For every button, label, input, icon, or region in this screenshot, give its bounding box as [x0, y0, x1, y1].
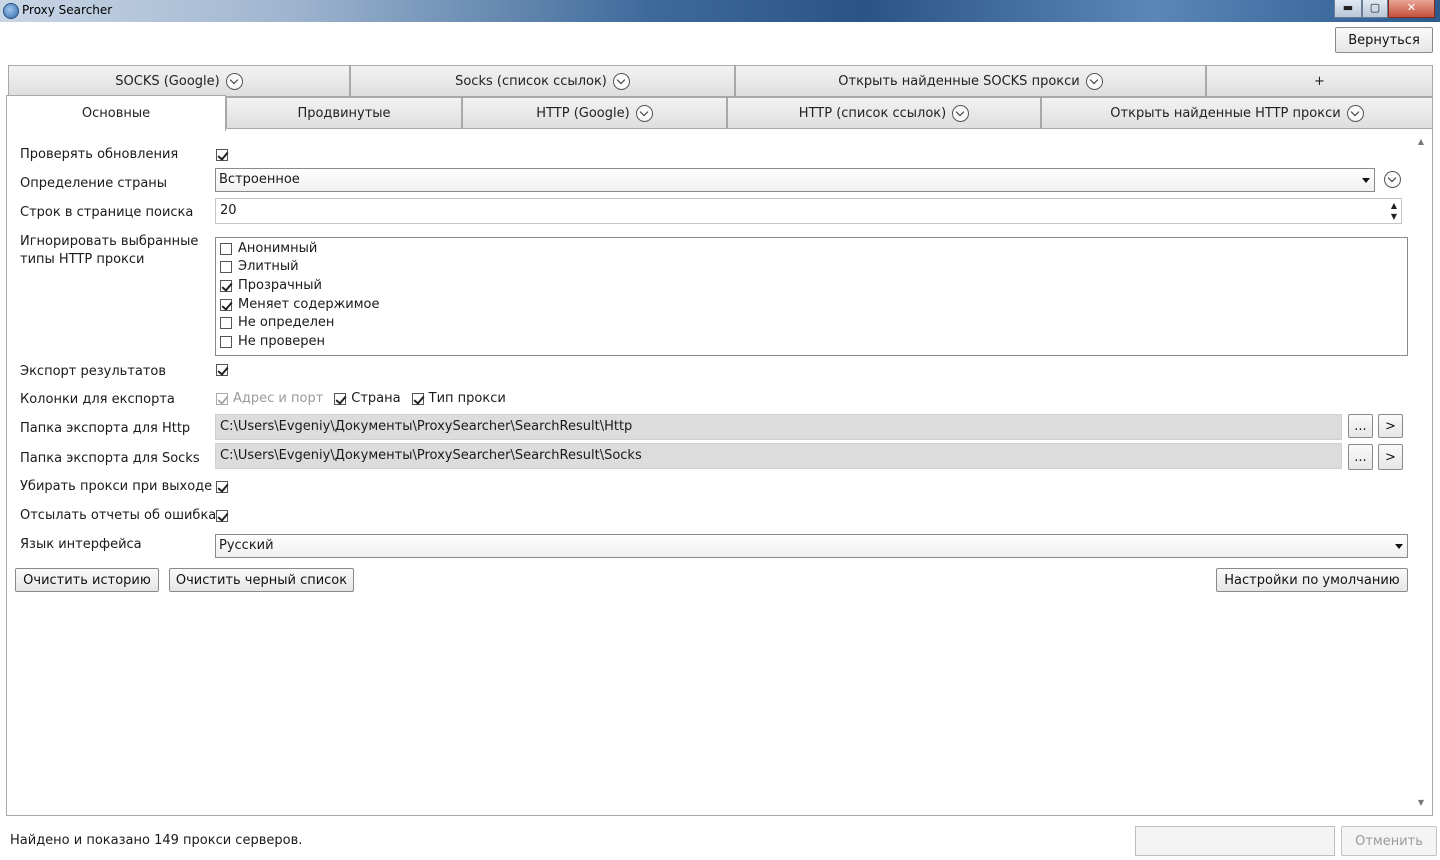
list-item[interactable]: Элитный	[220, 258, 299, 276]
scroll-up-icon[interactable]: ▲	[1418, 137, 1424, 146]
ignore-types-list: Анонимный Элитный Прозрачный Меняет соде…	[215, 237, 1408, 356]
socks-folder-open-button[interactable]: >	[1378, 444, 1403, 470]
tab-socks-google[interactable]: SOCKS (Google)	[8, 65, 350, 97]
http-folder-open-button[interactable]: >	[1378, 414, 1403, 438]
export-results-checkbox[interactable]	[216, 364, 228, 376]
proxy-type-checkbox[interactable]	[411, 392, 424, 405]
socks-folder-input[interactable]: C:\Users\Evgeniy\Документы\ProxySearcher…	[215, 443, 1342, 469]
spin-up-icon[interactable]: ▲	[1391, 202, 1397, 210]
country-detection-label: Определение страны	[20, 176, 168, 191]
checkbox[interactable]	[220, 317, 232, 329]
minimize-button[interactable]: ▬	[1334, 0, 1362, 18]
tab-open-http[interactable]: Открыть найденные HTTP прокси	[1041, 97, 1433, 129]
checkbox[interactable]	[220, 336, 232, 348]
send-reports-label: Отсылать отчеты об ошибках	[20, 508, 224, 523]
checkbox[interactable]	[220, 299, 232, 311]
language-select[interactable]: Русский	[215, 534, 1408, 558]
export-columns-options: Адрес и порт Страна Тип прокси	[216, 391, 506, 406]
clear-blacklist-button[interactable]: Очистить черный список	[169, 568, 354, 592]
tab-open-socks[interactable]: Открыть найденные SOCKS прокси	[735, 65, 1206, 97]
check-updates-checkbox[interactable]	[216, 149, 228, 161]
socks-folder-browse-button[interactable]: ...	[1348, 444, 1373, 470]
chevron-down-icon[interactable]	[952, 104, 970, 122]
rows-per-page-input[interactable]: 20 ▲ ▼	[215, 198, 1402, 224]
list-item[interactable]: Анонимный	[220, 240, 317, 258]
dropdown-arrow-icon	[1362, 178, 1370, 183]
tab-advanced[interactable]: Продвинутые	[226, 97, 462, 129]
dropdown-arrow-icon	[1395, 544, 1403, 549]
remove-on-exit-label: Убирать прокси при выходе	[20, 479, 213, 494]
app-icon	[3, 3, 19, 19]
tab-socks-links[interactable]: Socks (список ссылок)	[350, 65, 735, 97]
tab-http-links[interactable]: HTTP (список ссылок)	[727, 97, 1041, 129]
ignore-types-label: Игнорировать выбранные типы HTTP прокси	[20, 234, 199, 267]
chevron-down-icon[interactable]	[1384, 171, 1401, 188]
tab-general[interactable]: Основные	[6, 95, 226, 131]
default-settings-button[interactable]: Настройки по умолчанию	[1216, 568, 1408, 592]
checkbox[interactable]	[220, 280, 232, 292]
address-port-checkbox	[216, 392, 228, 405]
export-columns-label: Колонки для експорта	[20, 392, 175, 407]
country-checkbox[interactable]	[334, 392, 347, 405]
chevron-down-icon[interactable]	[635, 104, 653, 122]
status-text: Найдено и показано 149 прокси серверов.	[10, 833, 303, 848]
list-item[interactable]: Не определен	[220, 314, 334, 332]
maximize-button[interactable]: ▢	[1362, 0, 1388, 18]
checkbox[interactable]	[220, 243, 232, 255]
checkbox[interactable]	[220, 261, 232, 273]
export-results-label: Экспорт результатов	[20, 364, 167, 379]
close-button[interactable]: ✕	[1388, 0, 1435, 18]
title-bar: Proxy Searcher ▬ ▢ ✕	[0, 0, 1440, 22]
rows-per-page-label: Строк в странице поиска	[20, 205, 194, 220]
tab-add[interactable]: +	[1206, 65, 1433, 97]
progress-bar	[1135, 826, 1335, 856]
tab-http-google[interactable]: HTTP (Google)	[462, 97, 727, 129]
http-folder-browse-button[interactable]: ...	[1348, 414, 1373, 438]
chevron-down-icon[interactable]	[225, 72, 243, 90]
http-folder-label: Папка экспорта для Http	[20, 421, 191, 436]
spin-down-icon[interactable]: ▼	[1391, 213, 1397, 221]
window-title: Proxy Searcher	[22, 3, 113, 17]
clear-history-button[interactable]: Очистить историю	[15, 568, 159, 592]
send-reports-checkbox[interactable]	[216, 510, 228, 522]
scroll-down-icon[interactable]: ▼	[1418, 798, 1424, 807]
http-folder-input[interactable]: C:\Users\Evgeniy\Документы\ProxySearcher…	[215, 414, 1342, 440]
list-item[interactable]: Не проверен	[220, 333, 325, 351]
back-button[interactable]: Вернуться	[1335, 27, 1433, 53]
cancel-button[interactable]: Отменить	[1341, 826, 1437, 856]
country-detection-select[interactable]: Встроенное	[215, 168, 1375, 192]
settings-panel: ▲ ▼	[6, 128, 1433, 816]
chevron-down-icon[interactable]	[1085, 72, 1103, 90]
remove-on-exit-checkbox[interactable]	[216, 481, 228, 493]
check-updates-label: Проверять обновления	[20, 147, 179, 162]
language-label: Язык интерфейса	[20, 537, 142, 552]
chevron-down-icon[interactable]	[612, 72, 630, 90]
socks-folder-label: Папка экспорта для Socks	[20, 451, 200, 466]
chevron-down-icon[interactable]	[1346, 104, 1364, 122]
list-item[interactable]: Меняет содержимое	[220, 296, 380, 314]
list-item[interactable]: Прозрачный	[220, 277, 322, 295]
